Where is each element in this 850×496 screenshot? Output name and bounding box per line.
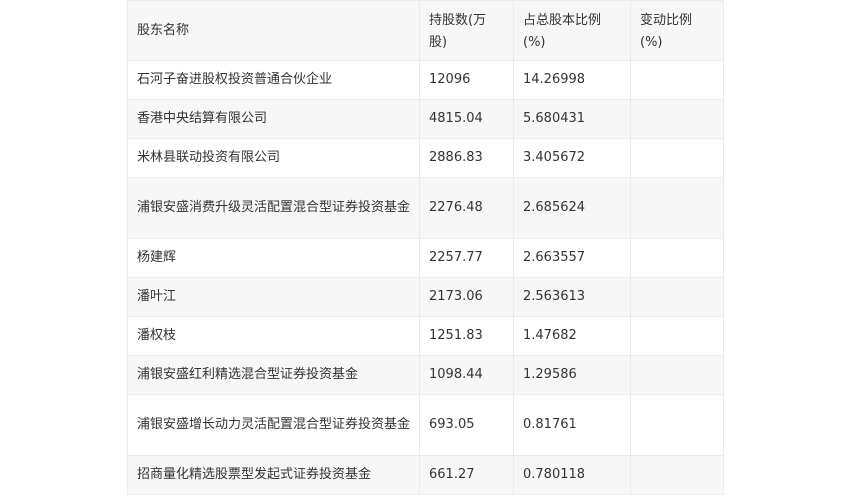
cell-shares: 1098.44 [419,355,514,395]
table-row: 招商量化精选股票型发起式证券投资基金 661.27 0.780118 [127,455,724,495]
cell-share-ratio: 2.663557 [513,238,631,278]
cell-shares: 2173.06 [419,277,514,317]
table-row: 浦银安盛增长动力灵活配置混合型证券投资基金 693.05 0.81761 [127,394,724,456]
table-row: 潘叶江 2173.06 2.563613 [127,277,724,317]
header-share-ratio: 占总股本比例(%) [513,0,631,61]
cell-change-ratio [630,277,724,317]
table-header-row: 股东名称 持股数(万股) 占总股本比例(%) 变动比例(%) [127,0,724,61]
cell-shares: 2886.83 [419,138,514,178]
cell-shares: 661.27 [419,455,514,495]
cell-shareholder-name: 石河子奋进股权投资普通合伙企业 [127,60,420,100]
cell-shares: 4815.04 [419,99,514,139]
cell-change-ratio [630,177,724,239]
cell-change-ratio [630,60,724,100]
cell-share-ratio: 1.29586 [513,355,631,395]
cell-share-ratio: 3.405672 [513,138,631,178]
cell-share-ratio: 0.780118 [513,455,631,495]
cell-shareholder-name: 香港中央结算有限公司 [127,99,420,139]
cell-shareholder-name: 潘叶江 [127,277,420,317]
cell-change-ratio [630,99,724,139]
table-row: 米林县联动投资有限公司 2886.83 3.405672 [127,138,724,178]
cell-shareholder-name: 浦银安盛红利精选混合型证券投资基金 [127,355,420,395]
cell-share-ratio: 1.47682 [513,316,631,356]
header-shares: 持股数(万股) [419,0,514,61]
table-row: 潘权枝 1251.83 1.47682 [127,316,724,356]
cell-share-ratio: 2.563613 [513,277,631,317]
table-row: 香港中央结算有限公司 4815.04 5.680431 [127,99,724,139]
cell-shares: 2276.48 [419,177,514,239]
cell-shares: 12096 [419,60,514,100]
cell-change-ratio [630,138,724,178]
cell-shareholder-name: 浦银安盛消费升级灵活配置混合型证券投资基金 [127,177,420,239]
cell-share-ratio: 5.680431 [513,99,631,139]
cell-change-ratio [630,238,724,278]
cell-change-ratio [630,394,724,456]
shareholders-table: 股东名称 持股数(万股) 占总股本比例(%) 变动比例(%) 石河子奋进股权投资… [127,0,724,495]
cell-shares: 2257.77 [419,238,514,278]
header-shareholder-name: 股东名称 [127,0,420,61]
table-row: 浦银安盛消费升级灵活配置混合型证券投资基金 2276.48 2.685624 [127,177,724,239]
cell-share-ratio: 0.81761 [513,394,631,456]
cell-shareholder-name: 米林县联动投资有限公司 [127,138,420,178]
table-row: 杨建辉 2257.77 2.663557 [127,238,724,278]
cell-change-ratio [630,316,724,356]
cell-shareholder-name: 潘权枝 [127,316,420,356]
cell-change-ratio [630,455,724,495]
cell-share-ratio: 14.26998 [513,60,631,100]
cell-shareholder-name: 招商量化精选股票型发起式证券投资基金 [127,455,420,495]
cell-shares: 1251.83 [419,316,514,356]
header-change-ratio: 变动比例(%) [630,0,724,61]
cell-shareholder-name: 浦银安盛增长动力灵活配置混合型证券投资基金 [127,394,420,456]
cell-change-ratio [630,355,724,395]
cell-shares: 693.05 [419,394,514,456]
table-row: 浦银安盛红利精选混合型证券投资基金 1098.44 1.29586 [127,355,724,395]
table-row: 石河子奋进股权投资普通合伙企业 12096 14.26998 [127,60,724,100]
cell-share-ratio: 2.685624 [513,177,631,239]
cell-shareholder-name: 杨建辉 [127,238,420,278]
